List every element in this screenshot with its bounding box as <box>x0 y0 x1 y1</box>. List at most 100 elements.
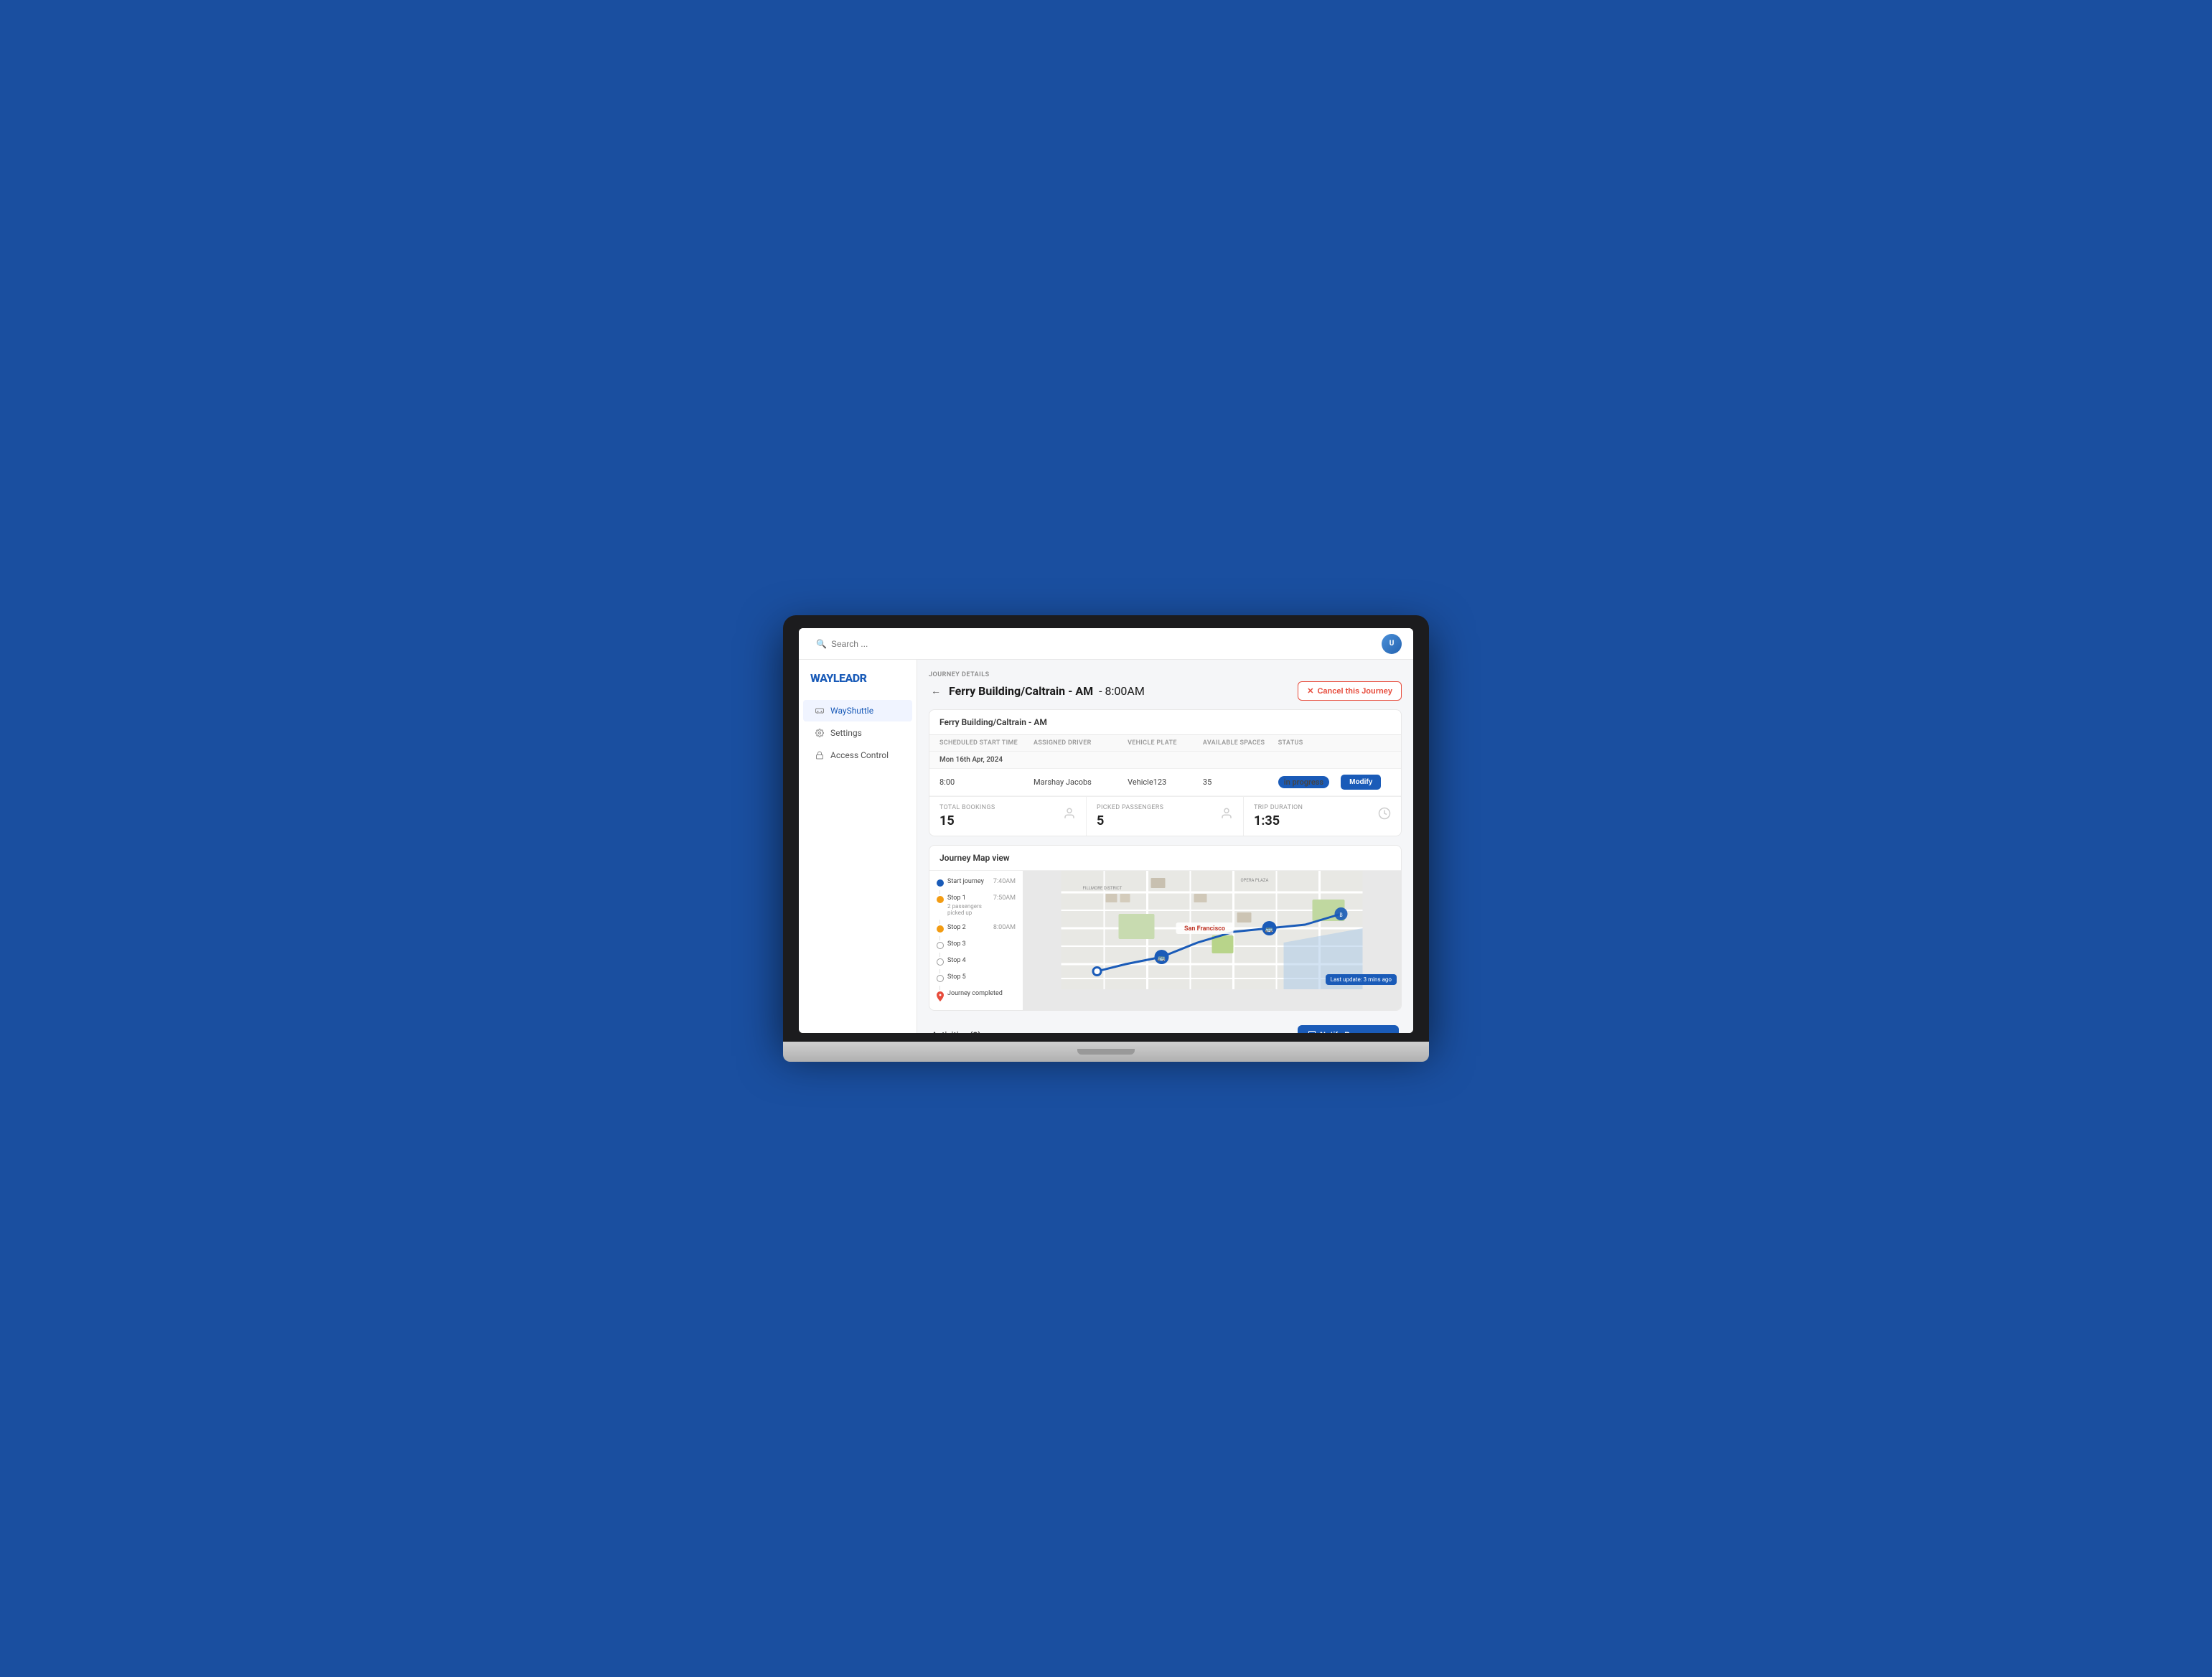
modify-button[interactable]: Modify <box>1341 775 1381 790</box>
stop-time-start: 7:40AM <box>990 878 1016 885</box>
journey-name: Ferry Building/Caltrain - AM <box>949 684 1093 698</box>
map-image: 🚌 🚌 B <box>1023 871 1401 1010</box>
stop-start: Start journey 7:40AM <box>937 878 1016 887</box>
stop-label-start: Start journey <box>947 878 984 887</box>
lock-icon <box>815 750 825 760</box>
stop-label-5: Stop 5 <box>947 973 966 982</box>
total-bookings-label: TOTAL BOOKINGS <box>939 804 995 811</box>
col-driver: ASSIGNED DRIVER <box>1034 739 1128 747</box>
date-row: Mon 16th Apr, 2024 <box>929 752 1401 769</box>
map-svg: 🚌 🚌 B <box>1023 871 1401 989</box>
stop-3: Stop 3 <box>937 940 1016 949</box>
stop-sub-1: 2 passengers picked up <box>947 903 990 916</box>
stop-dot-4 <box>937 958 944 966</box>
logo-text: WAYLEADR <box>810 671 905 685</box>
stop-label-2: Stop 2 <box>947 924 966 933</box>
status-in-progress: in progress <box>1278 776 1329 788</box>
stop-complete: Journey completed <box>937 990 1016 999</box>
stop-dot-1 <box>937 896 944 903</box>
sidebar-item-label-settings: Settings <box>830 728 862 738</box>
sidebar-item-access-control[interactable]: Access Control <box>803 744 912 766</box>
svg-text:🚌: 🚌 <box>1158 955 1166 962</box>
stop-dot-5 <box>937 975 944 982</box>
stop-time-2: 8:00AM <box>990 924 1016 931</box>
shuttle-icon <box>815 706 825 716</box>
stats-row: TOTAL BOOKINGS 15 <box>929 796 1401 836</box>
avatar[interactable]: U <box>1382 634 1402 654</box>
journey-title: ← Ferry Building/Caltrain - AM - 8:00AM <box>929 684 1145 699</box>
person-icon <box>1063 807 1076 823</box>
status-badge: in progress <box>1278 776 1341 788</box>
map-update-badge: Last update: 3 mins ago <box>1326 974 1397 985</box>
total-bookings-value: 15 <box>939 813 995 828</box>
svg-text:FILLMORE DISTRICT: FILLMORE DISTRICT <box>1083 886 1123 891</box>
col-start-time: SCHEDULED START TIME <box>939 739 1034 747</box>
laptop-base <box>783 1042 1429 1062</box>
message-icon <box>1308 1030 1316 1033</box>
sidebar-item-settings[interactable]: Settings <box>803 722 912 744</box>
stop-dot-3 <box>937 942 944 949</box>
back-button[interactable]: ← <box>929 684 943 699</box>
trip-vehicle: Vehicle123 <box>1128 777 1203 787</box>
stop-dot-start <box>937 879 944 887</box>
notify-passengers-button[interactable]: Notify Passengers <box>1298 1025 1399 1033</box>
stop-label-complete: Journey completed <box>947 990 1003 999</box>
trip-duration-label: TRIP DURATION <box>1254 804 1303 811</box>
laptop-notch <box>1077 1049 1135 1055</box>
svg-text:B: B <box>1339 912 1342 918</box>
activities-title: Activities (2) <box>932 1030 981 1033</box>
picked-passengers-value: 5 <box>1097 813 1163 828</box>
gear-icon <box>815 728 825 738</box>
topbar: 🔍 U <box>799 628 1413 660</box>
stop-time-1: 7:50AM <box>990 894 1016 902</box>
trip-duration-value: 1:35 <box>1254 813 1303 828</box>
trip-time: 8:00 <box>939 777 1034 787</box>
col-vehicle: VEHICLE PLATE <box>1128 739 1203 747</box>
stat-total-bookings: TOTAL BOOKINGS 15 <box>929 797 1087 836</box>
pin-icon <box>937 991 944 999</box>
sidebar-item-wayshuttle[interactable]: WayShuttle <box>803 700 912 721</box>
activities-row: Activities (2) Notify Passengers <box>929 1019 1402 1033</box>
clock-icon <box>1378 807 1391 823</box>
col-spaces: AVAILABLE SPACES <box>1203 739 1278 747</box>
sidebar-item-label-access-control: Access Control <box>830 750 889 760</box>
route-card: Ferry Building/Caltrain - AM SCHEDULED S… <box>929 709 1402 836</box>
col-action <box>1341 739 1391 747</box>
stat-trip-duration: TRIP DURATION 1:35 <box>1244 797 1401 836</box>
cancel-journey-button[interactable]: ✕ Cancel this Journey <box>1298 681 1402 701</box>
map-section: Journey Map view Start journey <box>929 845 1402 1011</box>
stop-dot-2 <box>937 925 944 933</box>
trip-driver: Marshay Jacobs <box>1034 777 1128 787</box>
stop-label-4: Stop 4 <box>947 957 966 966</box>
journey-time: - 8:00AM <box>1099 684 1145 698</box>
x-icon: ✕ <box>1307 686 1313 696</box>
map-stops: Start journey 7:40AM <box>929 871 1023 1010</box>
main-content: JOURNEY DETAILS ← Ferry Building/Caltrai… <box>917 660 1413 1033</box>
stat-picked-passengers: PICKED PASSENGERS 5 <box>1087 797 1244 836</box>
stop-1: Stop 1 2 passengers picked up 7:50AM <box>937 894 1016 916</box>
table-row: 8:00 Marshay Jacobs Vehicle123 35 in pro… <box>929 769 1401 796</box>
person-icon-2 <box>1220 807 1233 823</box>
trip-spaces: 35 <box>1203 777 1278 787</box>
route-card-header: Ferry Building/Caltrain - AM <box>929 710 1401 735</box>
svg-text:OPERA PLAZA: OPERA PLAZA <box>1241 878 1269 883</box>
svg-text:San Francisco: San Francisco <box>1184 925 1225 933</box>
picked-passengers-label: PICKED PASSENGERS <box>1097 804 1163 811</box>
logo: WAYLEADR <box>799 671 917 699</box>
map-inner: Start journey 7:40AM <box>929 871 1401 1010</box>
sidebar-item-label-wayshuttle: WayShuttle <box>830 706 873 716</box>
search-input[interactable] <box>831 639 1369 649</box>
map-title: Journey Map view <box>929 846 1401 871</box>
stop-5: Stop 5 <box>937 973 1016 982</box>
table-header: SCHEDULED START TIME ASSIGNED DRIVER VEH… <box>929 735 1401 752</box>
search-icon: 🔍 <box>816 639 827 649</box>
stop-label-1: Stop 1 <box>947 894 990 903</box>
stop-4: Stop 4 <box>937 957 1016 966</box>
sidebar: WAYLEADR WayShuttle <box>799 660 917 1033</box>
journey-label: JOURNEY DETAILS <box>929 671 1402 678</box>
journey-title-row: ← Ferry Building/Caltrain - AM - 8:00AM … <box>929 681 1402 701</box>
svg-text:🚌: 🚌 <box>1265 926 1273 933</box>
stop-2: Stop 2 8:00AM <box>937 924 1016 933</box>
col-status: STATUS <box>1278 739 1341 747</box>
search-bar[interactable]: 🔍 <box>810 639 1374 649</box>
